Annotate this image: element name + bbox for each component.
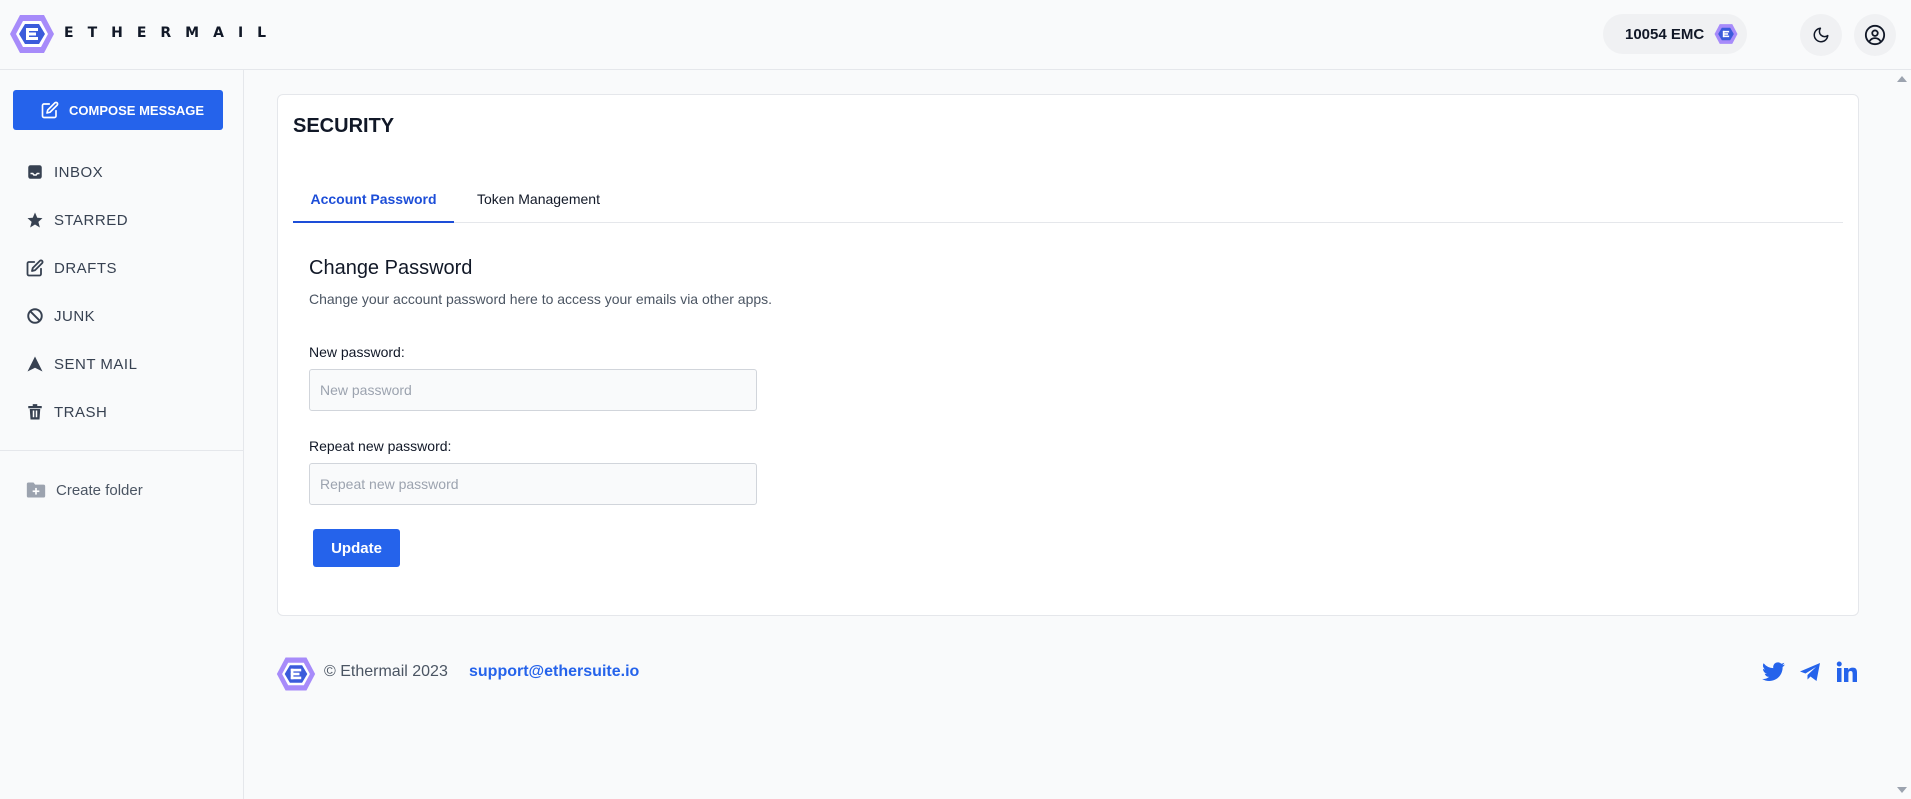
new-password-label: New password: — [309, 344, 405, 360]
security-tabs: Account Password Token Management — [293, 181, 1843, 223]
sidebar-item-label: JUNK — [54, 307, 96, 325]
security-card: SECURITY Account Password Token Manageme… — [277, 94, 1859, 616]
scroll-up-arrow-icon[interactable] — [1897, 76, 1907, 82]
section-description: Change your account password here to acc… — [309, 291, 773, 307]
emc-balance[interactable]: 10054 EMC — [1603, 14, 1747, 54]
sidebar-item-starred[interactable]: STARRED — [26, 208, 128, 232]
moon-icon — [1813, 27, 1829, 43]
sidebar-item-inbox[interactable]: INBOX — [26, 160, 103, 184]
sidebar: COMPOSE MESSAGE INBOX STARRED DRAFTS JUN… — [0, 70, 244, 799]
compose-message-button[interactable]: COMPOSE MESSAGE — [13, 90, 223, 130]
sidebar-item-label: SENT MAIL — [54, 355, 138, 373]
create-folder-label: Create folder — [56, 481, 143, 499]
sidebar-item-label: TRASH — [54, 403, 108, 421]
emc-token-icon — [1714, 24, 1738, 44]
sidebar-item-trash[interactable]: TRASH — [26, 400, 107, 424]
send-icon — [27, 356, 43, 372]
compose-icon — [41, 101, 59, 119]
twitter-icon[interactable] — [1762, 660, 1786, 684]
compose-label: COMPOSE MESSAGE — [69, 102, 205, 118]
ban-icon — [27, 308, 43, 324]
support-email-link[interactable]: support@ethersuite.io — [469, 663, 639, 681]
create-folder-button[interactable]: Create folder — [26, 478, 143, 502]
sidebar-item-label: INBOX — [54, 163, 104, 181]
page-scrollbar[interactable] — [1893, 70, 1911, 799]
sidebar-item-sent-mail[interactable]: SENT MAIL — [26, 352, 137, 376]
trash-icon — [28, 404, 42, 420]
repeat-password-input[interactable] — [309, 463, 757, 505]
copyright-text: © Ethermail 2023 — [324, 663, 448, 680]
sidebar-item-label: DRAFTS — [54, 259, 117, 277]
sidebar-item-junk[interactable]: JUNK — [26, 304, 95, 328]
sidebar-item-drafts[interactable]: DRAFTS — [26, 256, 117, 280]
new-password-input[interactable] — [309, 369, 757, 411]
scroll-down-arrow-icon[interactable] — [1897, 787, 1907, 793]
ethermail-logo-icon[interactable] — [9, 14, 55, 54]
star-icon — [27, 212, 43, 228]
ethermail-logo-icon — [276, 657, 316, 691]
section-title: Change Password — [309, 257, 473, 279]
folder-plus-icon — [26, 482, 46, 498]
sidebar-item-label: STARRED — [54, 211, 129, 229]
telegram-icon[interactable] — [1798, 660, 1822, 684]
inbox-icon — [28, 165, 42, 179]
update-button[interactable]: Update — [313, 529, 400, 567]
tab-token-management[interactable]: Token Management — [477, 181, 600, 223]
linkedin-icon[interactable] — [1835, 660, 1859, 684]
theme-toggle-button[interactable] — [1800, 14, 1842, 56]
sidebar-divider — [0, 450, 243, 451]
top-header: ETHERMAIL 10054 EMC — [0, 0, 1911, 70]
repeat-password-label: Repeat new password: — [309, 438, 452, 454]
page-title: SECURITY — [293, 115, 395, 137]
pencil-square-icon — [26, 259, 44, 277]
tab-account-password[interactable]: Account Password — [293, 181, 454, 223]
balance-amount: 10054 EMC — [1625, 25, 1705, 43]
brand-wordmark: ETHERMAIL — [64, 25, 281, 41]
profile-button[interactable] — [1854, 14, 1896, 56]
user-circle-icon — [1864, 24, 1886, 46]
